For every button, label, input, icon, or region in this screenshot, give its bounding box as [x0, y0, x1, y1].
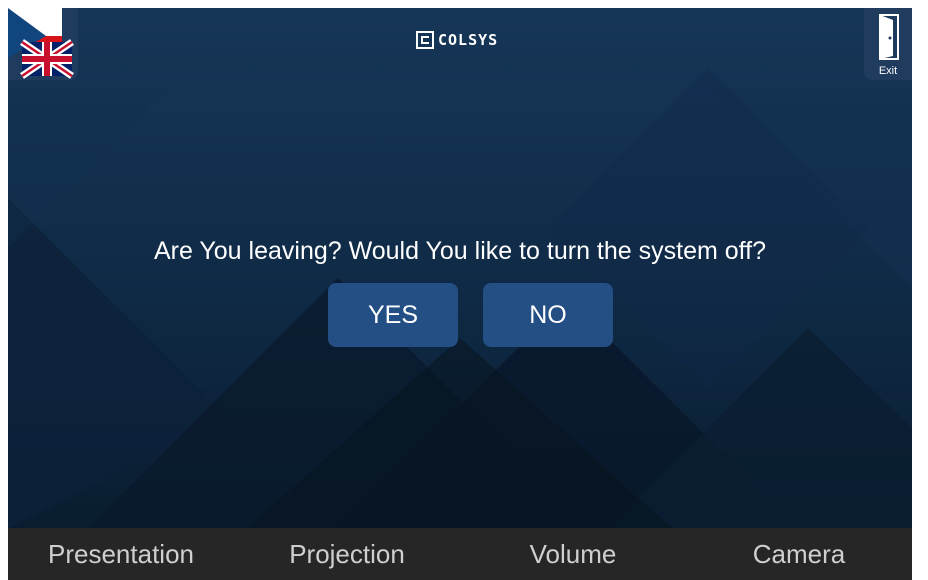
bottom-nav-bar: Presentation Projection Volume Camera	[8, 528, 912, 580]
language-toggle-button[interactable]	[8, 8, 78, 80]
flag-cz-gb-icon	[8, 8, 74, 79]
nav-item-presentation[interactable]: Presentation	[8, 528, 234, 580]
nav-item-volume[interactable]: Volume	[460, 528, 686, 580]
exit-button[interactable]: Exit	[864, 8, 912, 80]
exit-label: Exit	[878, 65, 898, 77]
touch-panel-screen: COLSYS Exit Are You leaving? Would You l…	[8, 8, 912, 580]
no-button[interactable]: NO	[483, 283, 613, 347]
brand-logo-text: COLSYS	[438, 31, 499, 49]
nav-item-projection[interactable]: Projection	[234, 528, 460, 580]
dialog-question: Are You leaving? Would You like to turn …	[154, 237, 766, 265]
background-pattern	[8, 8, 912, 528]
door-exit-icon	[879, 14, 899, 60]
yes-button[interactable]: YES	[328, 283, 458, 347]
brand-logo-icon	[416, 31, 434, 49]
brand-logo: COLSYS	[416, 28, 498, 52]
nav-item-camera[interactable]: Camera	[686, 528, 912, 580]
